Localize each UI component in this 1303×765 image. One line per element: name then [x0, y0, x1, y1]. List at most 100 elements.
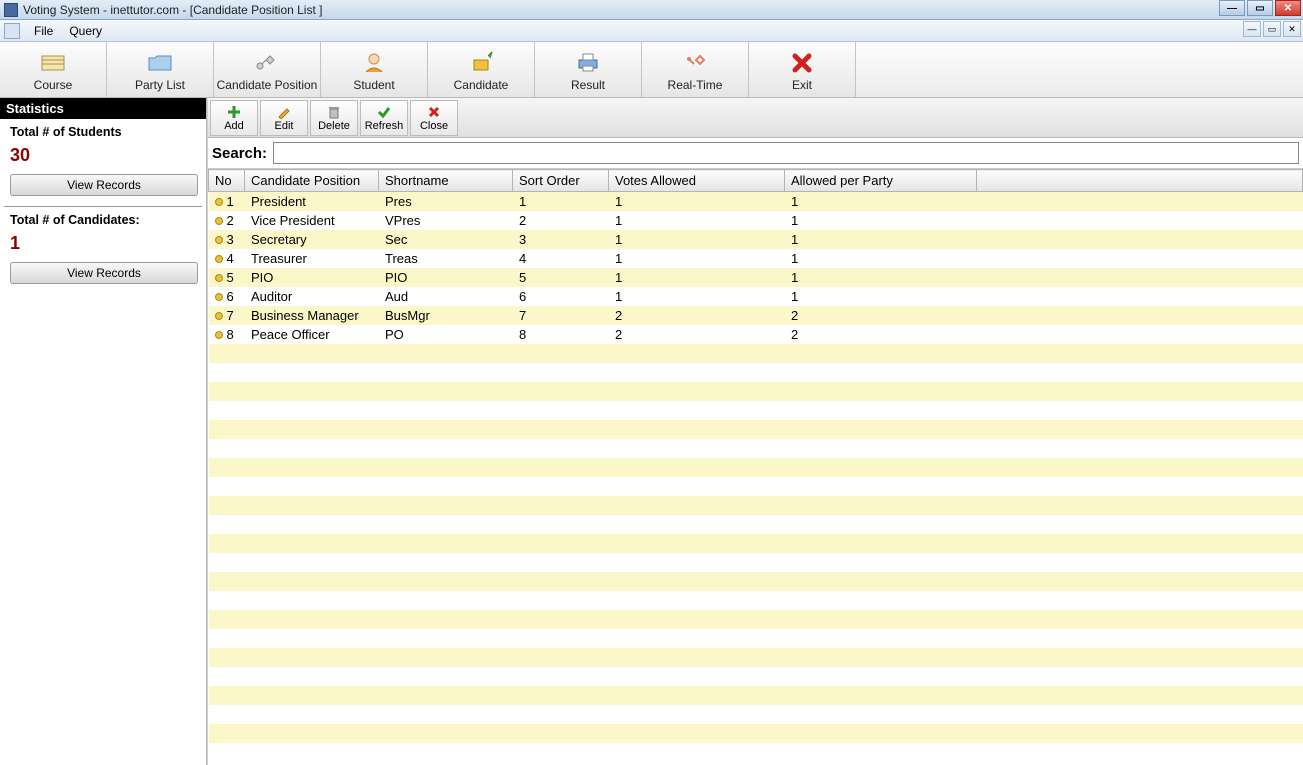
cell-shortname: Pres [379, 192, 513, 211]
table-row-empty [209, 382, 1303, 401]
table-row-empty [209, 344, 1303, 363]
cell-votes: 2 [609, 306, 785, 325]
cell-position: PIO [245, 268, 379, 287]
cell-no: 7 [209, 306, 245, 325]
titlebar[interactable]: Voting System - inettutor.com - [Candida… [0, 0, 1303, 20]
toolbar-party-list[interactable]: Party List [107, 42, 214, 97]
toolbar-result[interactable]: Result [535, 42, 642, 97]
row-indicator-icon [215, 293, 223, 301]
data-grid[interactable]: No Candidate Position Shortname Sort Ord… [208, 169, 1303, 765]
window-title: Voting System - inettutor.com - [Candida… [23, 3, 322, 17]
add-button[interactable]: Add [210, 100, 258, 136]
cell-shortname: PIO [379, 268, 513, 287]
sidebar: Statistics Total # of Students 30 View R… [0, 98, 207, 765]
action-label: Close [420, 120, 448, 132]
header-row[interactable]: No Candidate Position Shortname Sort Ord… [209, 170, 1303, 192]
cell-allowed: 1 [785, 287, 977, 306]
search-input[interactable] [273, 142, 1299, 164]
main-toolbar: Course Party List Candidate Position Stu… [0, 42, 1303, 98]
table-row[interactable]: 8Peace OfficerPO822 [209, 325, 1303, 344]
cell-votes: 1 [609, 211, 785, 230]
tools-icon [251, 48, 283, 76]
candidate-icon [465, 48, 497, 76]
minimize-button[interactable]: — [1219, 0, 1245, 16]
cell-sort: 6 [513, 287, 609, 306]
cell-shortname: BusMgr [379, 306, 513, 325]
table-row[interactable]: 5PIOPIO511 [209, 268, 1303, 287]
cell-sort: 7 [513, 306, 609, 325]
col-position[interactable]: Candidate Position [245, 170, 379, 192]
toolbar-course[interactable]: Course [0, 42, 107, 97]
cell-no: 1 [209, 192, 245, 211]
table-row-empty [209, 686, 1303, 705]
refresh-button[interactable]: Refresh [360, 100, 408, 136]
row-indicator-icon [215, 312, 223, 320]
menu-file[interactable]: File [26, 22, 61, 40]
toolbar-label: Real-Time [668, 78, 723, 92]
table-row-empty [209, 496, 1303, 515]
menubar: File Query — ▭ ✕ [0, 20, 1303, 42]
toolbar-label: Party List [135, 78, 185, 92]
cell-sort: 4 [513, 249, 609, 268]
table-row-empty [209, 439, 1303, 458]
plus-icon [227, 104, 241, 120]
table-row-empty [209, 458, 1303, 477]
row-indicator-icon [215, 331, 223, 339]
table-row[interactable]: 7Business ManagerBusMgr722 [209, 306, 1303, 325]
mdi-close-button[interactable]: ✕ [1283, 21, 1301, 37]
table-row[interactable]: 6AuditorAud611 [209, 287, 1303, 306]
x-icon [427, 104, 441, 120]
cell-position: Auditor [245, 287, 379, 306]
search-bar: Search: [208, 138, 1303, 169]
toolbar-candidate[interactable]: Candidate [428, 42, 535, 97]
table-row-empty [209, 553, 1303, 572]
col-shortname[interactable]: Shortname [379, 170, 513, 192]
folder-icon [144, 48, 176, 76]
cell-votes: 1 [609, 230, 785, 249]
check-icon [377, 104, 391, 120]
table-row[interactable]: 2Vice PresidentVPres211 [209, 211, 1303, 230]
col-votes[interactable]: Votes Allowed [609, 170, 785, 192]
cell-shortname: Treas [379, 249, 513, 268]
toolbar-candidate-position[interactable]: Candidate Position [214, 42, 321, 97]
table-row-empty [209, 477, 1303, 496]
cell-allowed: 2 [785, 306, 977, 325]
cell-no: 5 [209, 268, 245, 287]
view-candidates-button[interactable]: View Records [10, 262, 198, 284]
cell-allowed: 1 [785, 192, 977, 211]
table-row-empty [209, 667, 1303, 686]
table-row[interactable]: 1PresidentPres111 [209, 192, 1303, 211]
menu-query[interactable]: Query [61, 22, 110, 40]
cell-votes: 1 [609, 287, 785, 306]
cell-sort: 1 [513, 192, 609, 211]
cell-votes: 1 [609, 249, 785, 268]
col-no[interactable]: No [209, 170, 245, 192]
toolbar-label: Candidate [454, 78, 509, 92]
cell-spacer [977, 192, 1303, 211]
table-row-empty [209, 610, 1303, 629]
table-row[interactable]: 4TreasurerTreas411 [209, 249, 1303, 268]
trash-icon [327, 104, 341, 120]
delete-button[interactable]: Delete [310, 100, 358, 136]
mdi-restore-button[interactable]: ▭ [1263, 21, 1281, 37]
col-sort[interactable]: Sort Order [513, 170, 609, 192]
table-row-empty [209, 724, 1303, 743]
cell-sort: 3 [513, 230, 609, 249]
table-row-empty [209, 648, 1303, 667]
toolbar-real-time[interactable]: Real-Time [642, 42, 749, 97]
cell-no: 4 [209, 249, 245, 268]
row-indicator-icon [215, 217, 223, 225]
close-button[interactable]: ✕ [1275, 0, 1301, 16]
restore-button[interactable]: ▭ [1247, 0, 1273, 16]
edit-button[interactable]: Edit [260, 100, 308, 136]
col-allowed[interactable]: Allowed per Party [785, 170, 977, 192]
table-row-empty [209, 705, 1303, 724]
app-icon [4, 3, 18, 17]
mdi-minimize-button[interactable]: — [1243, 21, 1261, 37]
toolbar-student[interactable]: Student [321, 42, 428, 97]
table-row[interactable]: 3SecretarySec311 [209, 230, 1303, 249]
view-students-button[interactable]: View Records [10, 174, 198, 196]
cell-votes: 1 [609, 192, 785, 211]
toolbar-exit[interactable]: Exit [749, 42, 856, 97]
close-button-action[interactable]: Close [410, 100, 458, 136]
